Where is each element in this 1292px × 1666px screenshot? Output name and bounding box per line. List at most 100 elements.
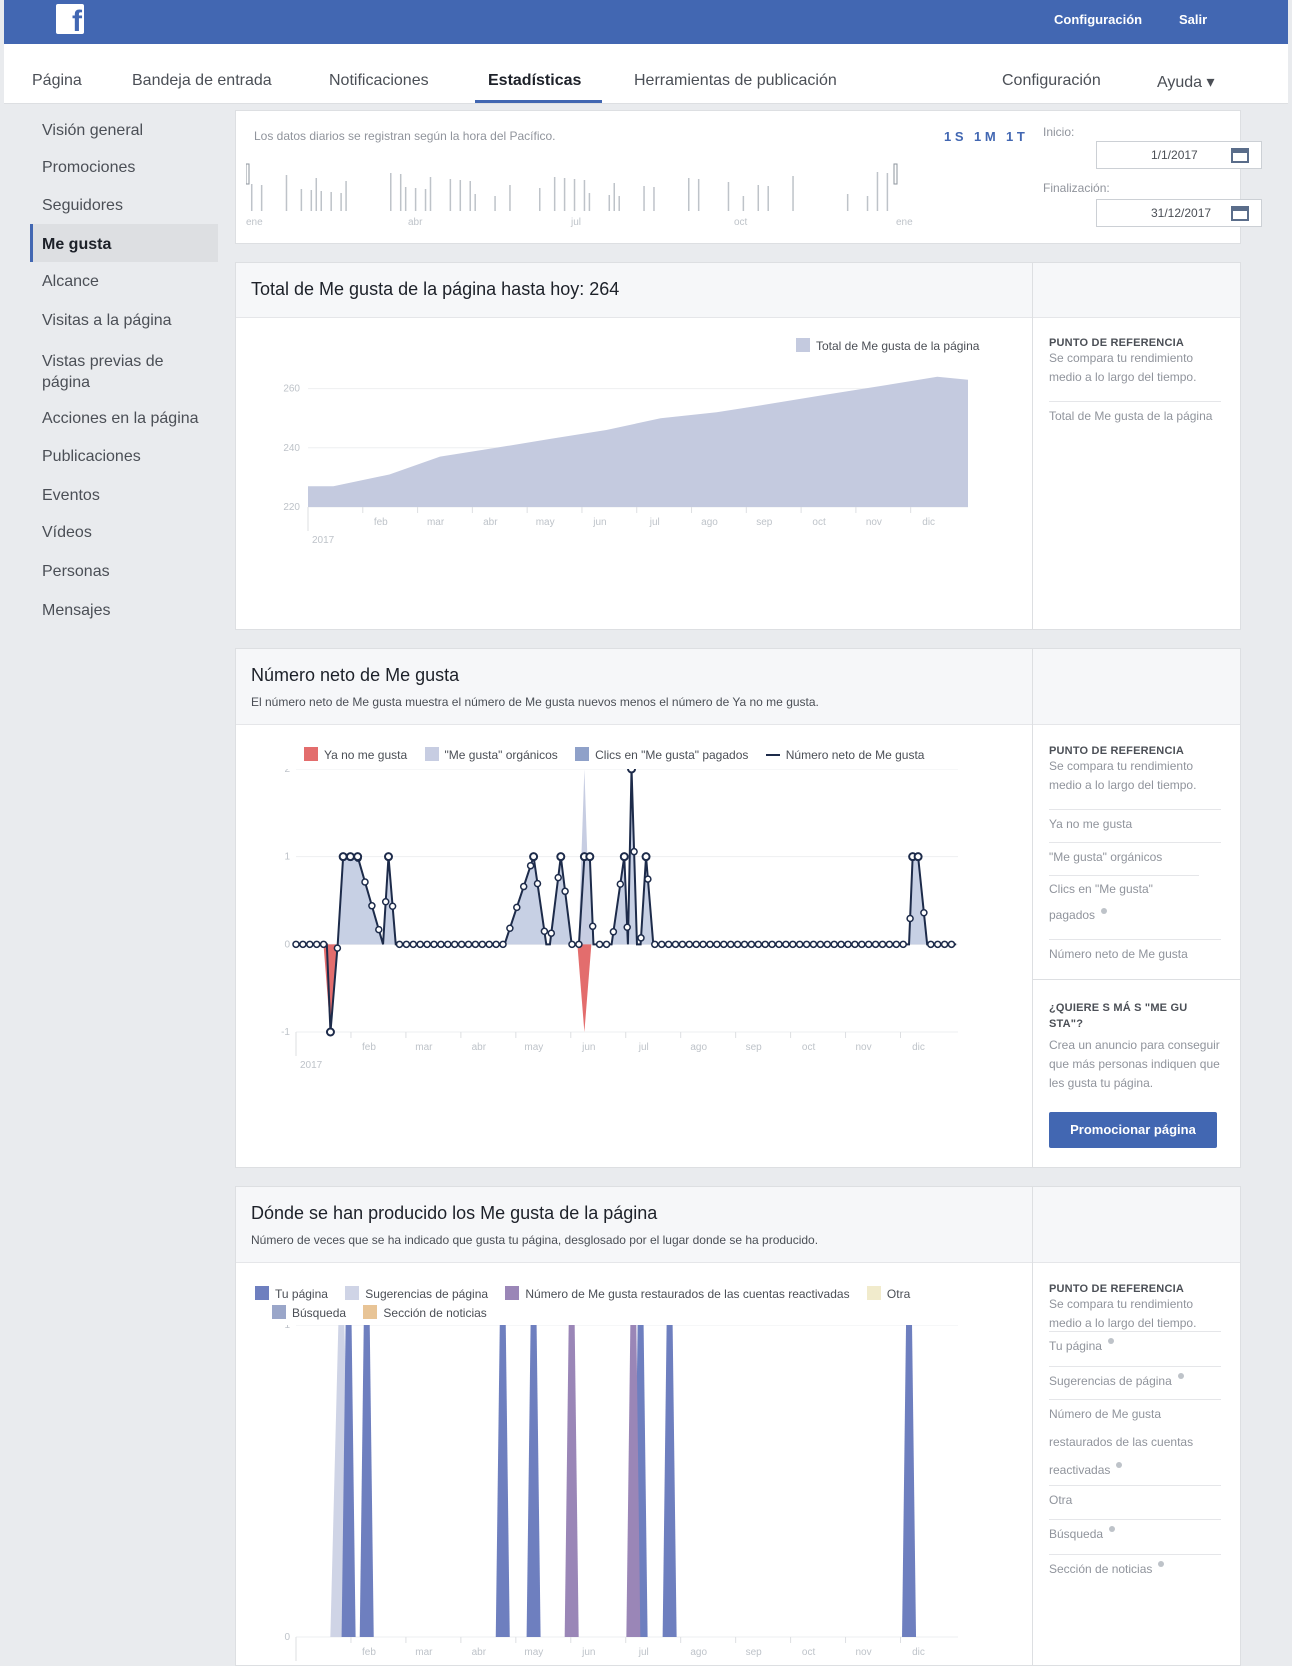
activity-bar: [320, 191, 322, 211]
net-likes-point: [651, 940, 659, 949]
benchmark-title: PUNTO DE REFERENCIA: [1049, 1283, 1184, 1295]
nav-bandeja[interactable]: Bandeja de entrada: [132, 72, 272, 90]
info-icon[interactable]: [1177, 1373, 1184, 1379]
benchmark-row[interactable]: Sección de noticias: [1049, 1554, 1221, 1583]
end-date-field[interactable]: 31/12/2017: [1096, 199, 1262, 227]
like-sources-chart[interactable]: 01febmarabrmayjunjulagosepoctnovdic2017: [236, 1325, 1026, 1665]
legend-swatch: [796, 338, 810, 352]
info-icon[interactable]: [1107, 1338, 1114, 1344]
net-likes-chart[interactable]: -1 0 1 2 feb mar abr may jun jul ago sep oct nov dic 20…: [236, 769, 1026, 1099]
benchmark-row[interactable]: Sugerencias de página: [1049, 1366, 1221, 1395]
legend-swatch: [345, 1286, 360, 1300]
info-icon[interactable]: [1109, 1526, 1116, 1532]
activity-bar: [315, 178, 318, 211]
net-likes-point: [630, 847, 638, 856]
nav-herramientas[interactable]: Herramientas de publicación: [634, 72, 837, 90]
nav-configuracion[interactable]: Configuración: [1002, 72, 1101, 90]
benchmark-row[interactable]: Tu página: [1049, 1331, 1221, 1360]
net-likes-point: [338, 852, 348, 862]
x-tick-label: sep: [756, 517, 773, 528]
net-likes-point: [851, 940, 859, 949]
source-spike: [564, 1325, 579, 1637]
legend-label: Sugerencias de página: [365, 1287, 489, 1301]
nav-pagina[interactable]: Página: [32, 72, 82, 90]
sidebar-item-vision-general[interactable]: Visión general: [42, 122, 143, 140]
x-tick-label: oct: [802, 1042, 816, 1053]
net-likes-point: [506, 924, 514, 932]
info-icon[interactable]: [1158, 1561, 1165, 1567]
sidebar-item-personas[interactable]: Personas: [42, 563, 110, 581]
logout-link[interactable]: Salir: [1179, 12, 1207, 27]
sidebar-item-promociones[interactable]: Promociones: [42, 159, 135, 177]
nav-ayuda[interactable]: Ayuda ▾: [1157, 72, 1215, 92]
y-tick-label: 0: [284, 1632, 290, 1643]
nav-estadisticas[interactable]: Estadísticas: [488, 72, 581, 90]
net-likes-point: [733, 940, 742, 949]
start-date-field[interactable]: 1/1/2017: [1096, 141, 1262, 169]
benchmark-title: PUNTO DE REFERENCIA: [1049, 745, 1184, 757]
activity-timeline[interactable]: ene abr jul oct ene: [246, 156, 1006, 236]
sidebar-item-vistas-previas[interactable]: Vistas previas de página: [42, 351, 202, 393]
x-tick-label: jul: [638, 1647, 649, 1658]
sidebar-item-seguidores[interactable]: Seguidores: [42, 197, 123, 215]
facebook-logo-icon[interactable]: f: [56, 4, 84, 34]
benchmark-row[interactable]: Ya no me gusta: [1049, 809, 1221, 838]
sidebar-item-alcance[interactable]: Alcance: [42, 273, 99, 291]
net-likes-point: [940, 940, 949, 949]
benchmark-row[interactable]: "Me gusta" orgánicos: [1049, 842, 1221, 871]
range-1m-button[interactable]: 1 M: [974, 129, 996, 144]
legend-swatch: [866, 1286, 881, 1300]
range-handle-end: [893, 163, 898, 185]
net-likes-point: [726, 940, 735, 949]
config-link[interactable]: Configuración: [1054, 12, 1142, 27]
net-likes-point: [775, 940, 783, 949]
net-likes-point: [713, 940, 721, 949]
benchmark-row[interactable]: Número neto de Me gusta: [1049, 939, 1221, 968]
net-likes-point: [450, 940, 459, 949]
net-likes-point: [588, 922, 597, 931]
benchmark-panel: PUNTO DE REFERENCIA Se compara tu rendim…: [1032, 649, 1240, 1167]
sidebar-item-eventos[interactable]: Eventos: [42, 487, 100, 505]
range-1t-button[interactable]: 1 T: [1006, 129, 1025, 144]
benchmark-row[interactable]: Total de Me gusta de la página: [1049, 401, 1221, 430]
legend-label: Sección de noticias: [383, 1306, 487, 1320]
y-tick-label: 2: [284, 769, 290, 775]
sidebar-item-publicaciones[interactable]: Publicaciones: [42, 448, 141, 466]
chart-legend: Tu página Sugerencias de página Número d…: [254, 1285, 1024, 1323]
net-likes-point: [499, 940, 507, 949]
net-likes-point: [345, 852, 355, 862]
x-tick-label: dic: [912, 1647, 925, 1658]
activity-bar: [583, 180, 586, 211]
benchmark-row[interactable]: Clics en "Me gusta" pagados: [1049, 875, 1199, 928]
benchmark-row[interactable]: Búsqueda: [1049, 1519, 1221, 1548]
sidebar-item-me-gusta[interactable]: Me gusta: [42, 236, 111, 254]
benchmark-row[interactable]: Otra: [1049, 1485, 1221, 1514]
legend-label: Búsqueda: [292, 1306, 347, 1320]
net-likes-point: [325, 1027, 335, 1037]
promote-page-button[interactable]: Promocionar página: [1049, 1112, 1217, 1148]
sidebar-item-visitas[interactable]: Visitas a la página: [42, 312, 172, 330]
sidebar-item-acciones[interactable]: Acciones en la página: [42, 410, 199, 428]
card-title: Número neto de Me gusta: [251, 665, 460, 685]
legend-swatch: [765, 754, 780, 756]
benchmark-row[interactable]: Número de Me gusta restaurados de las cu…: [1049, 1399, 1221, 1484]
sidebar-item-mensajes[interactable]: Mensajes: [42, 602, 110, 620]
activity-bar: [260, 185, 263, 211]
info-icon[interactable]: [1116, 1462, 1123, 1468]
calendar-icon[interactable]: [1231, 206, 1249, 221]
info-icon[interactable]: [1101, 908, 1108, 914]
benchmark-header: PUNTO DE REFERENCIA Se compara tu rendim…: [1049, 1283, 1223, 1333]
net-likes-point: [844, 940, 852, 949]
calendar-icon[interactable]: [1231, 148, 1249, 163]
net-likes-point: [816, 940, 825, 949]
net-likes-point: [529, 852, 539, 862]
range-1s-button[interactable]: 1 S: [944, 129, 964, 144]
y-tick-label: 0: [284, 939, 290, 950]
nav-notificaciones[interactable]: Notificaciones: [329, 72, 429, 90]
net-likes-point: [457, 940, 466, 949]
total-likes-chart[interactable]: 220 240 260 feb mar abr may jun jul ago sep oct nov d…: [236, 359, 1026, 579]
net-likes-point: [561, 887, 569, 896]
sidebar-item-videos[interactable]: Vídeos: [42, 524, 92, 542]
activity-bar: [345, 181, 347, 211]
activity-bar: [404, 187, 407, 211]
